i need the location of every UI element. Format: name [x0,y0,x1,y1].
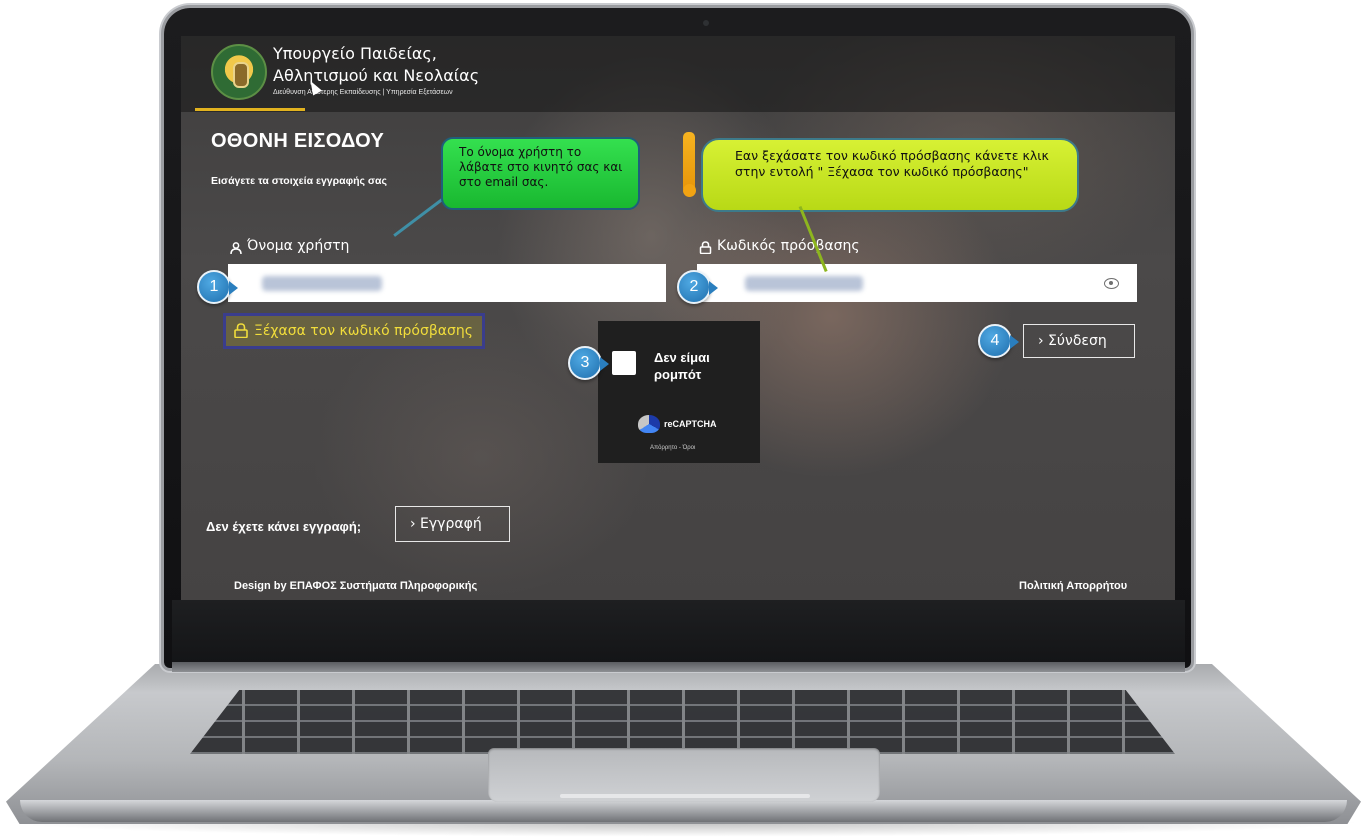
laptop-base-edge [20,800,1347,822]
show-password-eye-icon[interactable] [1104,278,1119,289]
forgot-password-text: Ξέχασα τον κωδικό πρόσβασης [254,323,473,339]
laptop-hinge [172,662,1185,672]
lock-icon [699,241,712,254]
login-screen: Υπουργείο Παιδείας, Αθλητισμού και Νεολα… [181,36,1175,600]
step-badge-2: 2 [677,270,718,304]
login-button[interactable]: › Σύνδεση [1023,324,1135,358]
register-prompt: Δεν έχετε κάνει εγγραφή; [206,519,362,534]
blurred-password-value [745,276,863,291]
register-button[interactable]: › Εγγραφή [395,506,510,542]
username-input[interactable] [228,264,666,302]
forgot-lock-icon [234,323,248,338]
owl-emblem-icon [233,62,249,88]
username-tip-callout: Το όνομα χρήστη το λάβατε στο κινητό σας… [441,137,640,210]
password-label: Κωδικός πρόσβασης [717,238,860,254]
warning-exclamation-dot [683,184,696,197]
ministry-name-line2: Αθλητισμού και Νεολαίας [273,66,480,85]
warning-exclamation-icon [683,132,695,190]
footer-design-credit: Design by ΕΠΑΦΟΣ Συστήματα Πληροφορικής [234,580,478,592]
captcha-label: Δεν είμαι ρομπότ [654,350,710,382]
captcha-checkbox[interactable] [612,351,636,375]
ministry-name-line1: Υπουργείο Παιδείας, [273,44,437,63]
step-badge-4: 4 [978,324,1019,358]
recaptcha-widget: Δεν είμαι ρομπότ reCAPTCHA Απόρρητο - Όρ… [598,321,760,463]
site-header: Υπουργείο Παιδείας, Αθλητισμού και Νεολα… [181,36,1175,112]
forgot-password-link[interactable]: Ξέχασα τον κωδικό πρόσβασης [223,313,485,349]
user-icon [230,242,242,254]
webcam-icon [703,20,709,26]
blurred-username-value [262,276,382,291]
step-badge-1: 1 [197,270,238,304]
privacy-policy-link[interactable]: Πολιτική Απορρήτου [1019,580,1127,592]
password-input[interactable] [697,264,1137,302]
laptop-front-lip [560,794,810,798]
step-badge-3: 3 [568,346,609,380]
username-label: Όνομα χρήστη [247,238,350,254]
recaptcha-brand: reCAPTCHA [664,419,717,429]
recaptcha-privacy-terms[interactable]: Απόρρητο - Όροι [650,445,695,451]
header-accent-bar [195,108,305,111]
password-tip-callout: Εαν ξεχάσατε τον κωδικό πρόσβασης κάνετε… [701,138,1079,212]
laptop-keyboard [190,690,1175,754]
recaptcha-logo-icon [638,415,660,433]
ministry-logo-icon [211,44,267,100]
laptop-chin [172,600,1185,662]
laptop-shadow [0,822,1367,837]
ministry-subline: Διεύθυνση Ανώτερης Εκπαίδευσης | Υπηρεσί… [273,89,453,96]
page-title: ΟΘΟΝΗ ΕΙΣΟΔΟΥ [211,130,385,152]
page-subtitle: Εισάγετε τα στοιχεία εγγραφής σας [211,175,387,187]
